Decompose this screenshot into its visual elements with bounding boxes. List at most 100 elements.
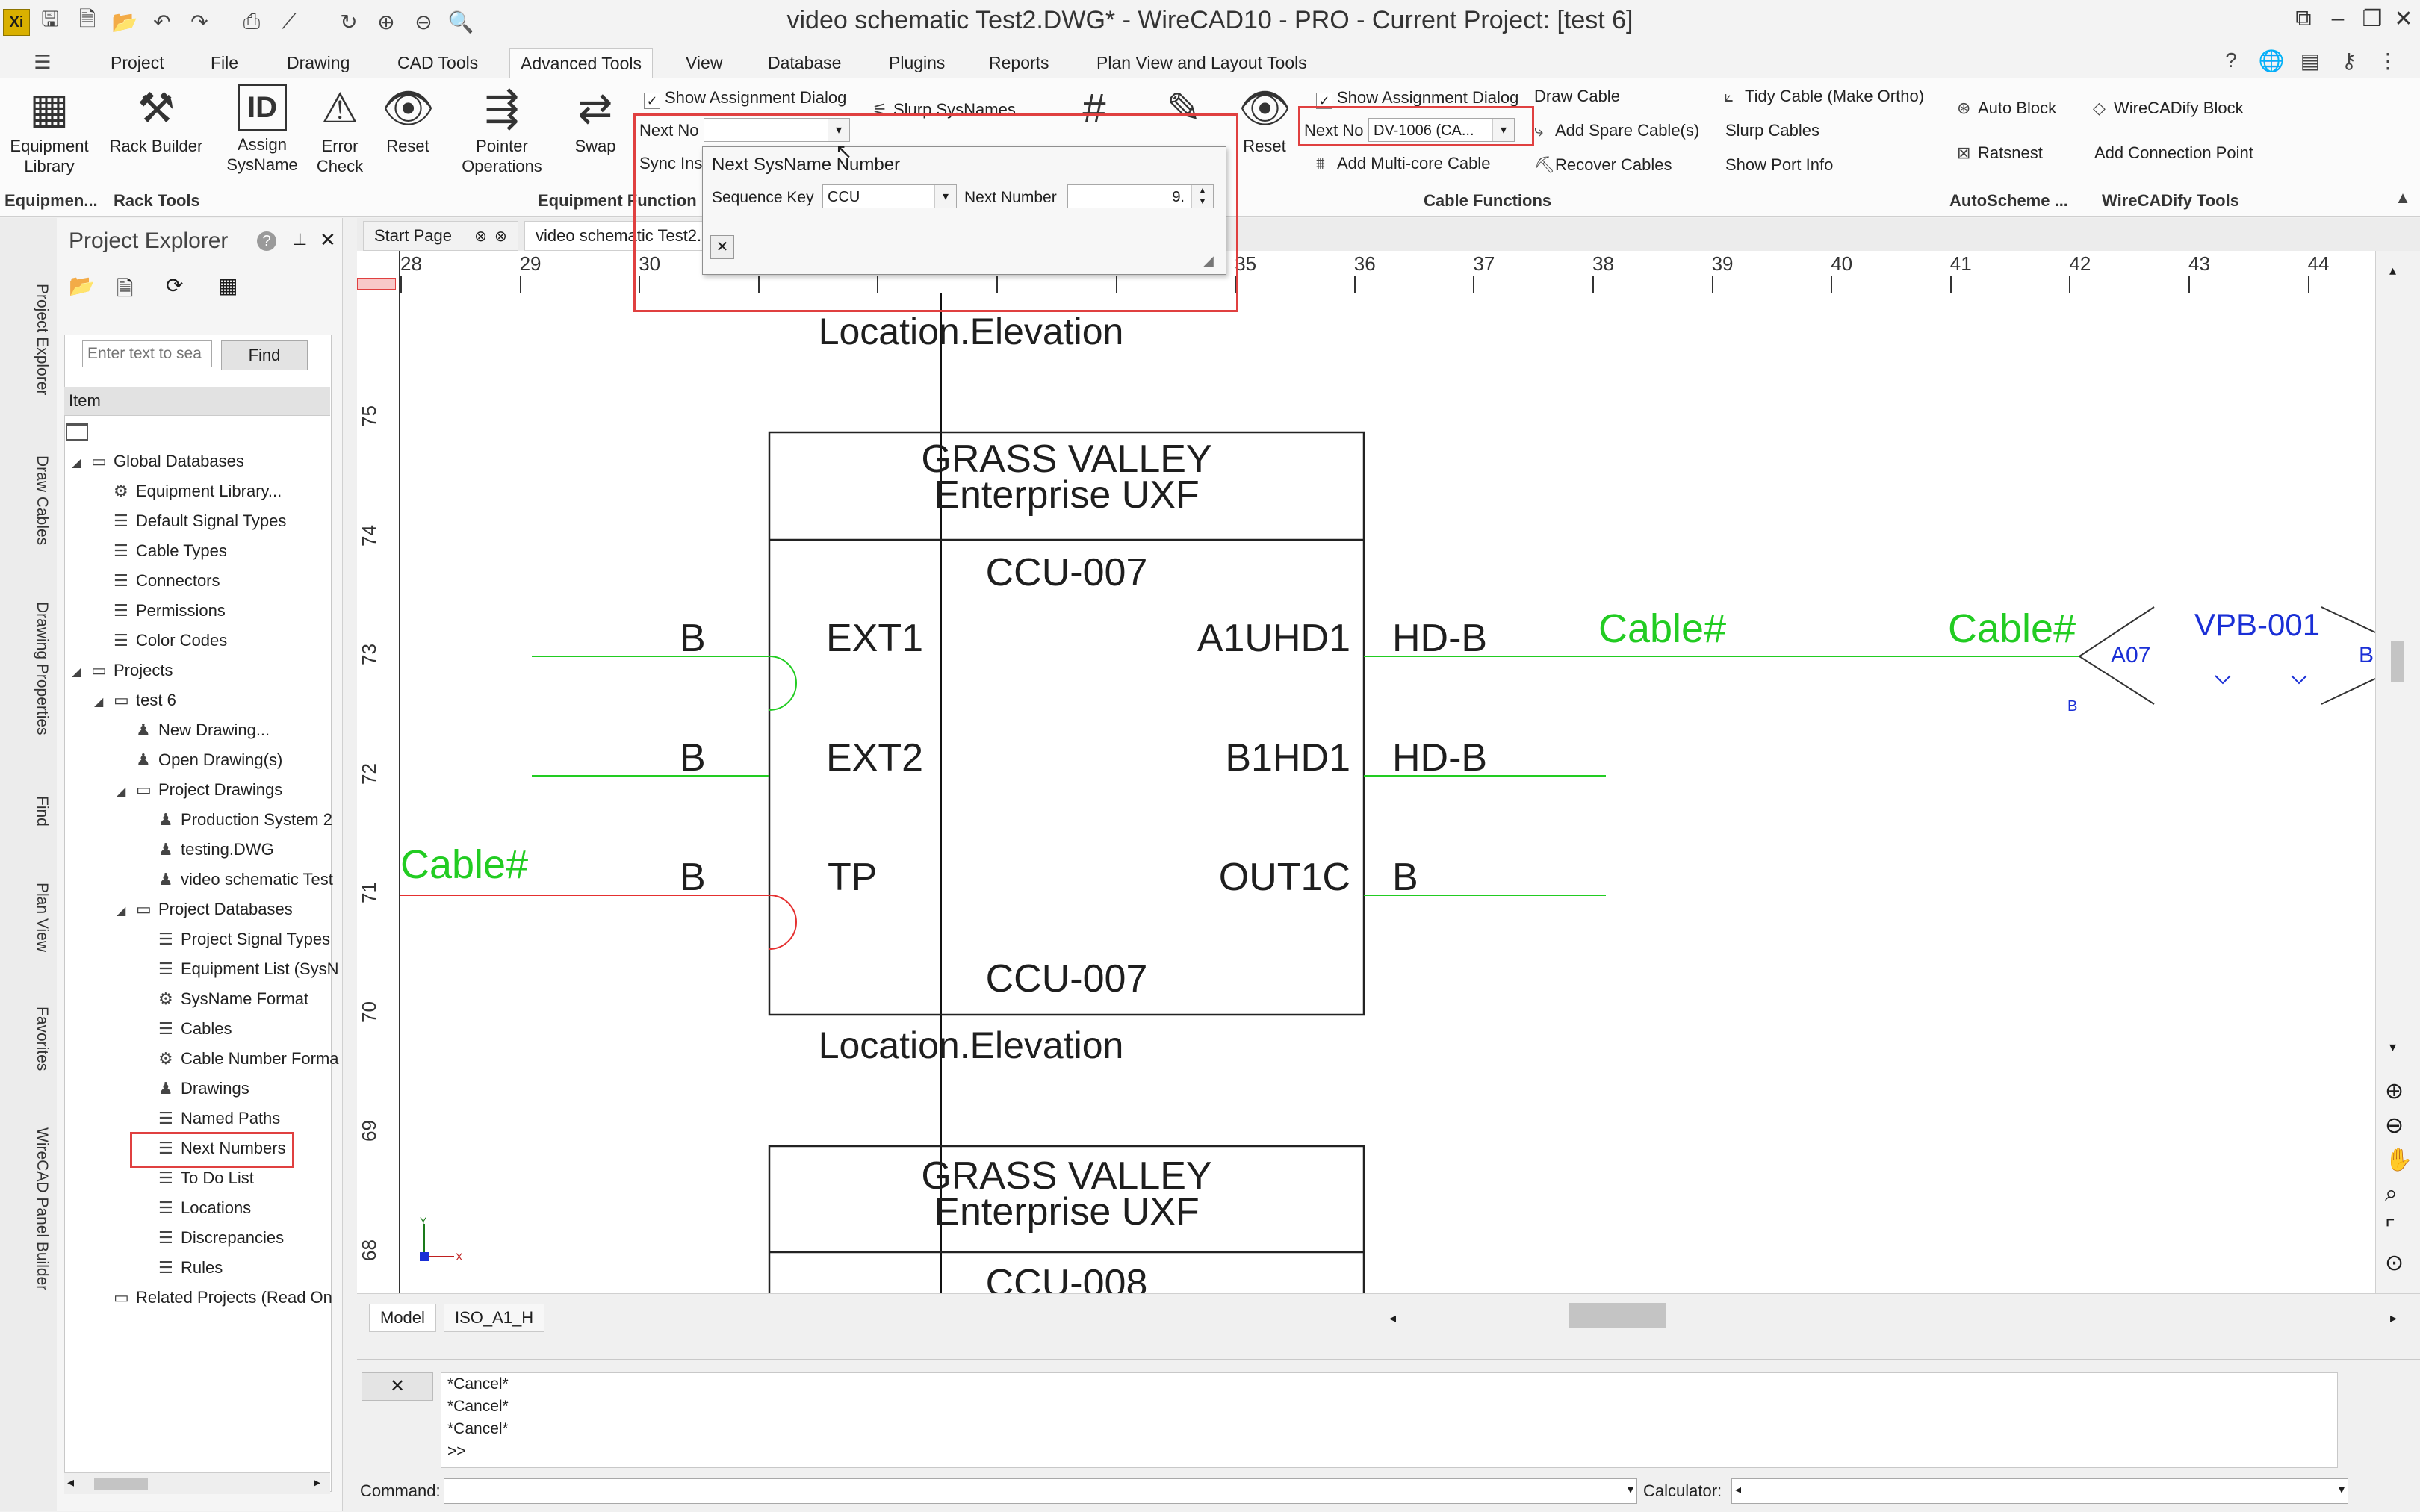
swap-button[interactable]: ⇄ Swap — [562, 84, 629, 156]
side-tab-favorites[interactable]: Favorites — [6, 1007, 51, 1111]
side-tab-plan-view[interactable]: Plan View — [6, 883, 51, 987]
show-port-info-button[interactable]: Show Port Info — [1725, 155, 1833, 175]
next-number-stepper[interactable]: 9. ▲ ▼ — [1067, 184, 1214, 208]
tree-item[interactable]: ◢ ▭ Project Drawings — [117, 777, 282, 803]
side-tab-project-explorer[interactable]: Project Explorer — [6, 284, 51, 433]
side-tab-draw-cables[interactable]: Draw Cables — [6, 455, 51, 575]
error-check-button[interactable]: ⚠ Error Check — [306, 84, 373, 176]
tree-item[interactable]: ☰ Named Paths — [139, 1105, 280, 1132]
zoom-extents-icon[interactable]: ⌕ — [2385, 1181, 2398, 1207]
assign-sysname-button[interactable]: ID Assign SysName — [221, 84, 303, 175]
collapse-ribbon-icon[interactable]: ▲ — [2390, 185, 2416, 211]
zoom-window-icon[interactable]: ⌜ — [2385, 1216, 2395, 1242]
spin-updown-icon[interactable]: ▲ ▼ — [1191, 185, 1213, 208]
side-tab-drawing-properties[interactable]: Drawing Properties — [6, 602, 51, 774]
slurp-cables-button[interactable]: Slurp Cables — [1725, 121, 1819, 140]
tab-drawing[interactable]: Drawing — [276, 48, 360, 78]
tree-item[interactable]: ⚙ Cable Number Forma — [139, 1045, 339, 1072]
root-folder-icon[interactable] — [66, 423, 88, 441]
tidy-cable-button[interactable]: ⟀ Tidy Cable (Make Ortho) — [1724, 87, 1924, 106]
tree-item[interactable]: ◢ ▭ Global Databases — [72, 448, 244, 475]
side-tab-find[interactable]: Find — [6, 796, 51, 856]
key-icon[interactable]: ⚷ — [2336, 48, 2362, 73]
expand-toggle-icon[interactable]: ◢ — [117, 779, 136, 806]
vertical-scrollbar[interactable]: ▴ ▾ ⊕ ⊖ ✋ ⌕ ⌜ ⊙ — [2375, 251, 2420, 1293]
tree-item[interactable]: ☰ Equipment List (SysN — [139, 956, 339, 983]
tree-item[interactable]: ♟ Production System 2 — [139, 806, 332, 833]
tree-item[interactable]: ☰ Default Signal Types — [94, 508, 286, 535]
tab-database[interactable]: Database — [757, 48, 851, 78]
layout-tab-iso-a1-h[interactable]: ISO_A1_H — [444, 1304, 545, 1332]
panel-icon[interactable]: ▤ — [2298, 48, 2323, 73]
open-project-icon[interactable]: 📂 — [69, 273, 95, 298]
cable-number-left[interactable]: Cable# — [400, 841, 528, 888]
expand-toggle-icon[interactable]: ◢ — [117, 898, 136, 925]
tree-item[interactable]: ☰ Cable Types — [94, 538, 227, 564]
recover-cables-button[interactable]: ⛏Recover Cables — [1534, 155, 1672, 175]
tab-file[interactable]: File — [200, 48, 249, 78]
restore-button[interactable]: ❐ — [2356, 6, 2389, 36]
calculator-input[interactable]: ◂ ▾ — [1731, 1478, 2348, 1504]
tree-item[interactable]: ▭ Related Projects (Read On — [94, 1284, 332, 1311]
layout-tab-model[interactable]: Model — [369, 1304, 436, 1332]
explorer-search-input[interactable] — [82, 340, 212, 367]
scroll-up-icon[interactable]: ▴ — [2389, 263, 2396, 279]
minimize-button[interactable]: – — [2321, 6, 2354, 36]
doc-tab-start-page[interactable]: Start Page ⊗ ⊗ — [363, 221, 518, 251]
tree-item[interactable]: ☰ Rules — [139, 1254, 223, 1281]
save-project-icon[interactable]: 🗎 — [117, 273, 134, 309]
zoom-out-icon[interactable]: ⊖ — [2385, 1113, 2404, 1139]
refresh-icon[interactable]: ⟳ — [166, 273, 183, 298]
reset-cable-button[interactable]: 👁 Reset — [1231, 84, 1298, 156]
tree-horizontal-scrollbar[interactable]: ◂ ▸ — [64, 1472, 330, 1494]
drawing-canvas[interactable]: Location.Elevation GRASS VALLEY Enterpri… — [357, 251, 2375, 1294]
tree-item[interactable]: ☰ Color Codes — [94, 627, 227, 654]
zoom-in-icon[interactable]: ⊕ — [2385, 1078, 2404, 1104]
cable-number-right-2[interactable]: Cable# — [1948, 606, 2076, 652]
more-options-icon[interactable]: ⋮ — [2375, 48, 2401, 73]
ratsnest-button[interactable]: ⊠ Ratsnest — [1957, 143, 2043, 163]
sequence-key-dropdown[interactable]: CCU ▾ — [822, 184, 957, 208]
command-close-button[interactable]: ✕ — [362, 1372, 433, 1401]
tree-item[interactable]: ♟ Open Drawing(s) — [117, 747, 282, 774]
globe-icon[interactable]: 🌐 — [2259, 48, 2285, 73]
tree-item[interactable]: ♟ video schematic Test — [139, 866, 333, 893]
tab-reports[interactable]: Reports — [978, 48, 1060, 78]
tree-item[interactable]: ⚙ SysName Format — [139, 986, 308, 1012]
tree-item[interactable]: ⚙ Equipment Library... — [94, 478, 282, 505]
tree-item[interactable]: ◢ ▭ test 6 — [94, 687, 176, 714]
tree-item[interactable]: ☰ Project Signal Types — [139, 926, 330, 953]
tree-item[interactable]: ☰ To Do List — [139, 1165, 254, 1192]
tree-item[interactable]: ♟ New Drawing... — [117, 717, 270, 744]
help-icon[interactable]: ? — [2218, 48, 2244, 73]
tab-view[interactable]: View — [675, 48, 733, 78]
tree-item[interactable]: ☰ Discrepancies — [139, 1225, 284, 1251]
close-tab-icon[interactable]: ⊗ — [474, 228, 487, 245]
expand-toggle-icon[interactable]: ◢ — [72, 450, 91, 477]
equipment-library-button[interactable]: ▦ Equipment Library — [4, 84, 94, 176]
tree-item[interactable]: ☰ Permissions — [94, 597, 226, 624]
add-connection-point-button[interactable]: Add Connection Point — [2094, 143, 2253, 163]
reset-button[interactable]: 👁 Reset — [378, 84, 438, 156]
scroll-left-icon[interactable]: ◂ — [67, 1475, 74, 1490]
show-assignment-dialog-checkbox[interactable]: ✓ Show Assignment Dialog — [644, 88, 846, 109]
scroll-left-icon[interactable]: ◂ — [1735, 1482, 1741, 1497]
database-icon[interactable]: ▦ — [218, 273, 238, 298]
chevron-down-icon[interactable]: ▾ — [2339, 1482, 2345, 1497]
pin-icon[interactable]: ⊥ — [293, 230, 307, 249]
pan-hand-icon[interactable]: ✋ — [2385, 1147, 2413, 1173]
draw-cable-button[interactable]: Draw Cable — [1534, 87, 1620, 106]
zoom-realtime-icon[interactable]: ⊙ — [2385, 1250, 2404, 1276]
tree-item[interactable]: ◢ ▭ Projects — [72, 657, 173, 684]
rack-builder-button[interactable]: ⚒ Rack Builder — [108, 84, 205, 156]
chevron-down-icon[interactable]: ▾ — [1628, 1482, 1634, 1497]
close-window-button[interactable]: ✕ — [2387, 6, 2420, 36]
expand-toggle-icon[interactable]: ◢ — [72, 659, 91, 686]
tree-item[interactable]: ☰ Cables — [139, 1015, 232, 1042]
side-tab-wirecad-panel-builder[interactable]: WireCAD Panel Builder — [6, 1127, 51, 1322]
pointer-operations-button[interactable]: ⇶ Pointer Operations — [462, 84, 542, 176]
scroll-thumb[interactable] — [2391, 641, 2404, 682]
help-icon[interactable]: ? — [257, 231, 276, 251]
scroll-right-icon[interactable]: ▸ — [314, 1475, 320, 1490]
tree-item[interactable]: ♟ Drawings — [139, 1075, 249, 1102]
